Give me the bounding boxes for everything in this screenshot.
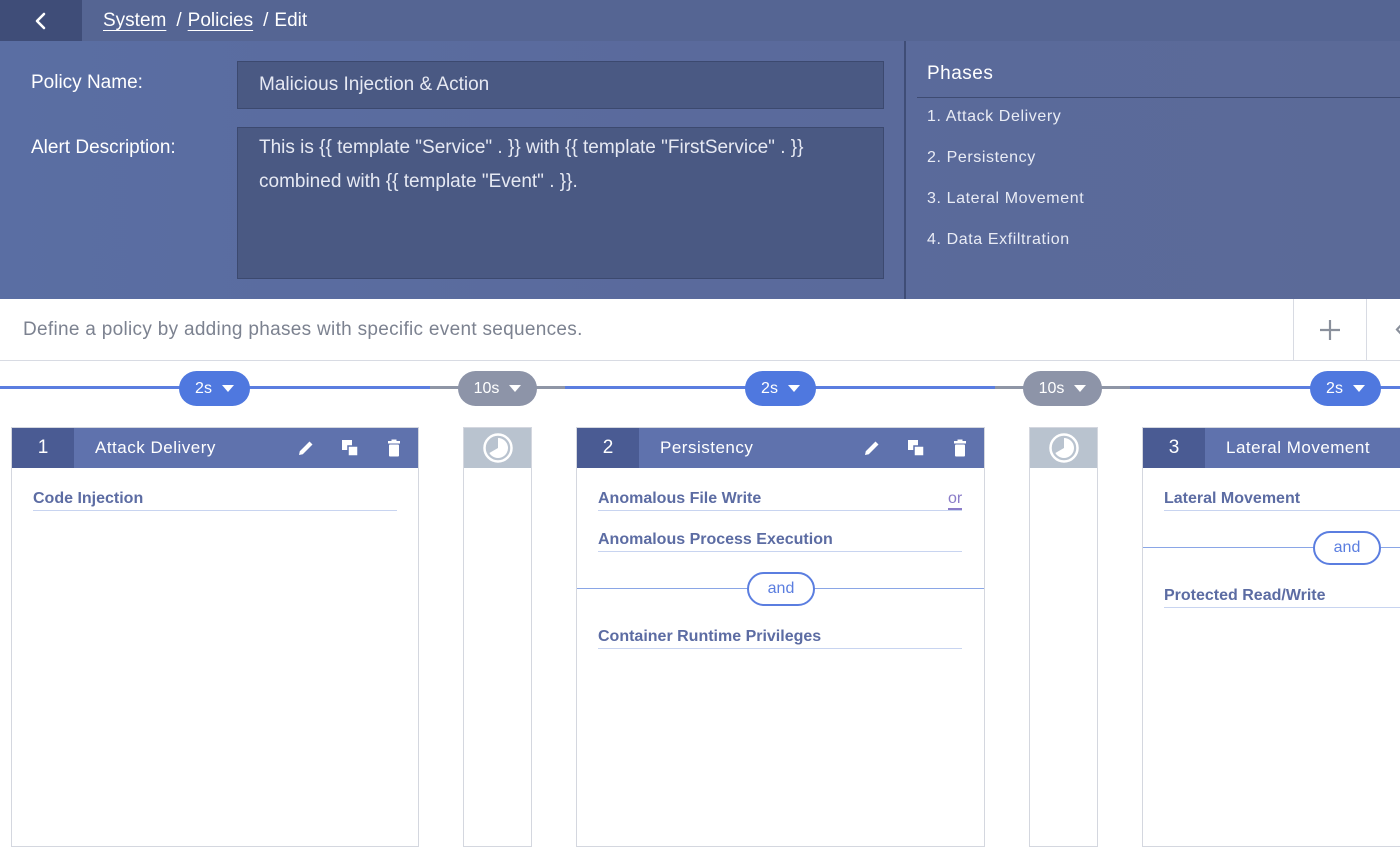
chevron-left-icon xyxy=(35,12,46,29)
copy-icon[interactable] xyxy=(906,438,926,458)
phase-card-header: 3 Lateral Movement xyxy=(1143,428,1400,468)
top-bar: System / Policies / Edit xyxy=(0,0,1400,41)
copy-icon[interactable] xyxy=(340,438,360,458)
policy-name-label: Policy Name: xyxy=(31,72,143,93)
phases-title: Phases xyxy=(927,63,994,84)
event-item[interactable]: Anomalous Process Execution xyxy=(598,531,962,552)
delay-dropdown[interactable]: 10s xyxy=(1023,371,1102,406)
alert-description-line: combined with {{ template "Event" . }}. xyxy=(259,171,578,192)
phase-card: 1 Attack Delivery Code Injection xyxy=(11,427,419,847)
event-item[interactable]: Anomalous File Write xyxy=(598,490,962,511)
alert-description-label: Alert Description: xyxy=(31,137,176,158)
pencil-icon[interactable] xyxy=(862,438,882,458)
hint-text: Define a policy by adding phases with sp… xyxy=(23,319,583,340)
phase-number: 2 xyxy=(577,428,639,468)
alert-description-textarea[interactable]: This is {{ template "Service" . }} with … xyxy=(237,127,884,279)
trash-icon[interactable] xyxy=(384,438,404,458)
duration-value: 2s xyxy=(195,379,212,397)
breadcrumb-system-link[interactable]: System xyxy=(103,10,166,32)
delay-value: 10s xyxy=(1038,379,1065,397)
breadcrumb-current: Edit xyxy=(274,9,308,31)
delay-column-header xyxy=(464,428,531,468)
delay-value: 10s xyxy=(473,379,500,397)
duration-dropdown[interactable]: 2s xyxy=(179,371,250,406)
hint-row: Define a policy by adding phases with sp… xyxy=(0,299,1400,361)
caret-down-icon xyxy=(509,385,522,392)
delay-column xyxy=(463,427,532,847)
phase-card: 2 Persistency Anomalous File Write or An… xyxy=(576,427,985,847)
event-item[interactable]: Code Injection xyxy=(33,490,397,511)
delay-dropdown[interactable]: 10s xyxy=(458,371,537,406)
delay-column xyxy=(1029,427,1098,847)
phase-card-header: 2 Persistency xyxy=(577,428,984,468)
phase-tools xyxy=(862,428,970,468)
phase-card-header: 1 Attack Delivery xyxy=(12,428,418,468)
phase-tools xyxy=(296,428,404,468)
alert-description-line: This is {{ template "Service" . }} with … xyxy=(259,137,804,158)
duration-value: 2s xyxy=(1326,379,1343,397)
phase-list-item[interactable]: 3. Lateral Movement xyxy=(927,190,1084,208)
plus-icon xyxy=(1320,319,1340,340)
policy-name-input[interactable]: Malicious Injection & Action xyxy=(237,61,884,109)
add-phase-button[interactable] xyxy=(1293,299,1366,360)
phase-list-item[interactable]: 4. Data Exfiltration xyxy=(927,231,1070,249)
phase-card: 3 Lateral Movement Lateral Movement and … xyxy=(1142,427,1400,847)
caret-down-icon xyxy=(221,385,234,392)
or-operator[interactable]: or xyxy=(948,490,963,510)
policy-header: Policy Name: Malicious Injection & Actio… xyxy=(0,41,1400,299)
caret-down-icon xyxy=(1352,385,1365,392)
breadcrumb-separator: / xyxy=(176,9,182,31)
phase-list-item[interactable]: 2. Persistency xyxy=(927,149,1036,167)
event-item[interactable]: Container Runtime Privileges xyxy=(598,628,962,649)
duration-value: 2s xyxy=(761,379,778,397)
clock-icon[interactable] xyxy=(482,432,514,464)
phase-title: Lateral Movement xyxy=(1226,438,1371,457)
breadcrumb-separator: / xyxy=(263,9,269,31)
phase-number: 3 xyxy=(1143,428,1205,468)
trash-icon[interactable] xyxy=(950,438,970,458)
caret-down-icon xyxy=(1074,385,1087,392)
breadcrumb: System / Policies / Edit xyxy=(103,10,307,32)
phase-number: 1 xyxy=(12,428,74,468)
phase-title: Attack Delivery xyxy=(95,438,216,457)
event-item[interactable]: Protected Read/Write xyxy=(1164,587,1400,608)
and-operator[interactable]: and xyxy=(747,572,815,606)
scroll-right-button[interactable] xyxy=(1366,299,1400,360)
duration-dropdown[interactable]: 2s xyxy=(745,371,816,406)
chevron-left-icon xyxy=(1395,324,1400,335)
phase-list-item[interactable]: 1. Attack Delivery xyxy=(927,108,1061,126)
caret-down-icon xyxy=(787,385,800,392)
delay-column-header xyxy=(1030,428,1097,468)
breadcrumb-policies-link[interactable]: Policies xyxy=(188,10,253,32)
policy-form: Policy Name: Malicious Injection & Actio… xyxy=(0,41,905,299)
duration-dropdown[interactable]: 2s xyxy=(1310,371,1381,406)
back-button[interactable] xyxy=(0,0,82,41)
phases-divider xyxy=(917,97,1400,98)
pencil-icon[interactable] xyxy=(296,438,316,458)
event-item[interactable]: Lateral Movement xyxy=(1164,490,1400,511)
phase-title: Persistency xyxy=(660,438,754,457)
phases-panel: Phases 1. Attack Delivery 2. Persistency… xyxy=(906,41,1400,299)
and-operator[interactable]: and xyxy=(1313,531,1381,565)
clock-icon[interactable] xyxy=(1048,432,1080,464)
